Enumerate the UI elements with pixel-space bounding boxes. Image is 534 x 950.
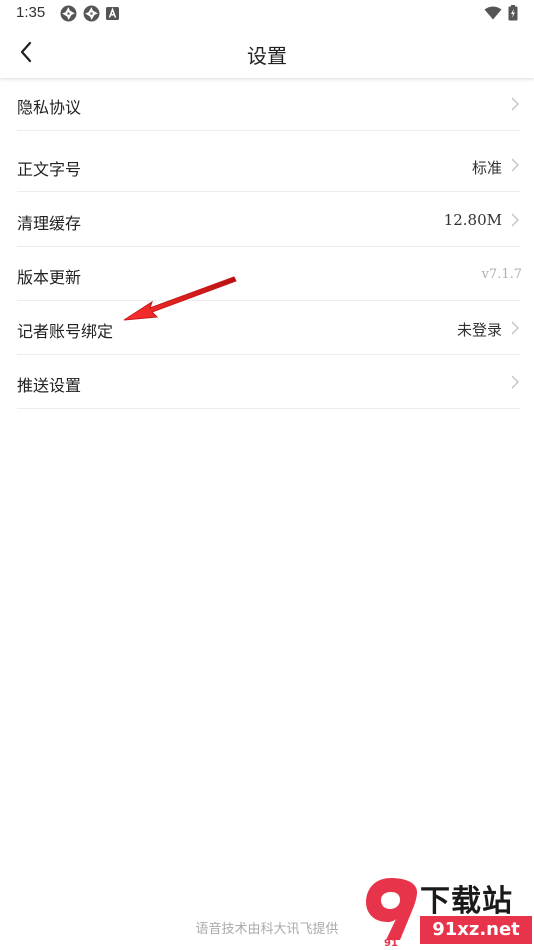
wifi-icon xyxy=(484,6,502,20)
settings-item-push[interactable]: 推送设置 xyxy=(17,355,520,409)
aperture-icon xyxy=(60,5,77,22)
page-title: 设置 xyxy=(247,44,287,68)
app-header: 设置 xyxy=(0,28,534,78)
settings-item-font-size[interactable]: 正文字号 标准 xyxy=(17,131,520,192)
settings-item-privacy[interactable]: 隐私协议 xyxy=(17,78,520,131)
settings-item-label: 清理缓存 xyxy=(17,214,82,233)
settings-item-value: 未登录 xyxy=(456,321,502,339)
chevron-right-icon xyxy=(511,375,519,389)
watermark-brand: 下载站 xyxy=(420,884,513,919)
status-bar: 1:35 xyxy=(0,0,534,28)
settings-item-clear-cache[interactable]: 清理缓存 12.80M xyxy=(17,192,520,247)
status-icons-right xyxy=(484,5,518,21)
chevron-right-icon xyxy=(511,321,519,335)
font-a-icon xyxy=(106,7,119,20)
settings-item-label: 版本更新 xyxy=(17,268,82,287)
battery-charging-icon xyxy=(508,5,518,21)
settings-item-label: 正文字号 xyxy=(17,160,82,179)
watermark-logo-text: 91 xyxy=(384,938,398,949)
watermark-logo: 91 xyxy=(366,878,417,949)
settings-item-value: 标准 xyxy=(471,159,502,177)
status-icons-left xyxy=(60,5,119,22)
settings-item-label: 推送设置 xyxy=(17,376,82,395)
aperture-icon xyxy=(83,5,100,22)
settings-item-value: 12.80M xyxy=(443,211,502,229)
settings-list: 隐私协议 正文字号 标准 清理缓存 12.80M 版本更新 v7.1.7 记者账… xyxy=(17,78,522,409)
chevron-right-icon xyxy=(511,158,519,172)
status-time: 1:35 xyxy=(16,4,46,21)
chevron-right-icon xyxy=(511,213,519,227)
chevron-right-icon xyxy=(511,97,519,111)
settings-item-version-update[interactable]: 版本更新 v7.1.7 xyxy=(17,247,522,301)
site-watermark: 91 下载站 91xz.net xyxy=(362,874,534,950)
version-label: v7.1.7 xyxy=(481,267,522,282)
settings-item-reporter-binding[interactable]: 记者账号绑定 未登录 xyxy=(17,301,520,355)
settings-item-label: 隐私协议 xyxy=(17,98,82,117)
settings-item-label: 记者账号绑定 xyxy=(17,322,114,341)
watermark-domain: 91xz.net xyxy=(420,916,532,944)
